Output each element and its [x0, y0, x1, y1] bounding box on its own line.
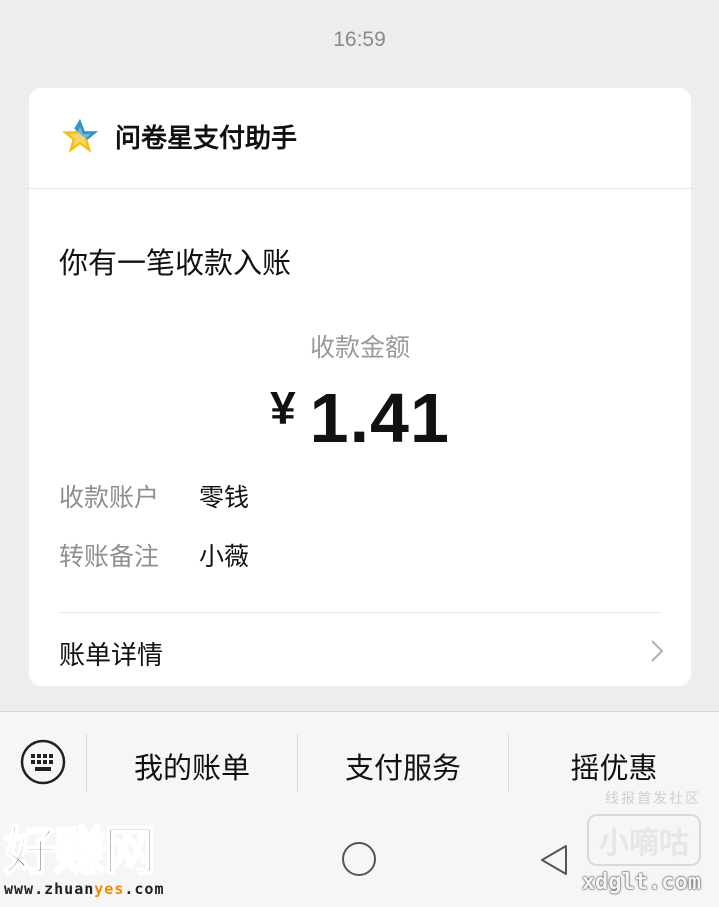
back-triangle-icon[interactable]: [538, 843, 572, 877]
menu-item-shake-offers[interactable]: 摇优惠: [509, 745, 719, 787]
info-row-note: 转账备注 小薇: [59, 537, 249, 573]
watermark-url-highlight: yes: [94, 880, 125, 898]
info-row-key: 收款账户: [59, 483, 160, 512]
watermark-right-badge: 小嘀咕: [587, 814, 701, 866]
notification-card: 问卷星支付助手 你有一笔收款入账 收款金额 ¥1.41 收款账户 零钱 转账备注 小…: [29, 88, 691, 686]
info-row-value: 零钱: [199, 483, 250, 512]
currency-symbol: ¥: [270, 382, 296, 434]
menu-item-payment-services[interactable]: 支付服务: [298, 745, 508, 787]
home-circle-icon[interactable]: [341, 841, 377, 877]
status-time: 16:59: [333, 28, 386, 51]
watermark-right-site: xdglt.com: [581, 870, 701, 895]
watermark-left: 好赚网 www.zhuanyes.com: [3, 822, 165, 898]
amount-value: 1.41: [309, 379, 450, 457]
star-logo-icon: [61, 118, 99, 154]
watermark-right-tagline: 线报首发社区: [605, 791, 701, 807]
watermark-url-part: .com: [124, 880, 165, 898]
watermark-right: 线报首发社区 小嘀咕 xdglt.com: [582, 788, 701, 895]
menu-item-my-bills[interactable]: 我的账单: [87, 745, 297, 787]
amount-display: ¥1.41: [29, 378, 691, 458]
bill-details-label: 账单详情: [59, 641, 164, 671]
app-name: 问卷星支付助手: [115, 124, 298, 154]
watermark-left-title: 好赚网: [3, 822, 157, 882]
info-row-account: 收款账户 零钱: [59, 478, 249, 514]
chevron-right-icon: [651, 640, 664, 662]
bill-details-link[interactable]: 账单详情: [29, 613, 691, 686]
amount-label: 收款金额: [309, 333, 410, 362]
info-row-key: 转账备注: [59, 542, 160, 571]
watermark-left-url: www.zhuanyes.com: [4, 880, 165, 898]
info-row-value: 小薇: [199, 542, 250, 571]
card-header[interactable]: 问卷星支付助手: [29, 88, 691, 189]
notification-headline: 你有一笔收款入账: [59, 246, 292, 280]
watermark-url-part: www.zhuan: [4, 880, 95, 898]
keyboard-icon[interactable]: [19, 738, 67, 786]
